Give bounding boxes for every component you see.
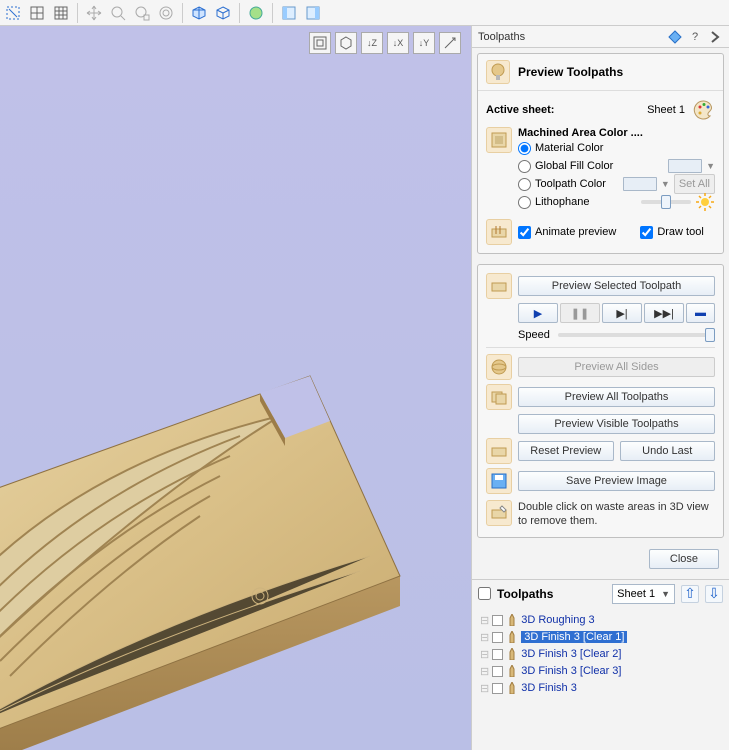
toolpaths-header: Toolpaths ?: [472, 26, 729, 48]
global-fill-swatch[interactable]: [668, 159, 702, 173]
radio-toolpath-color[interactable]: [518, 178, 531, 191]
3d-viewport[interactable]: ↓Z ↓X ↓Y: [0, 26, 471, 750]
skip-button[interactable]: ▶▶|: [644, 303, 684, 323]
tool-zoom-icon[interactable]: [107, 2, 129, 24]
tool-select-icon[interactable]: [2, 2, 24, 24]
view-x-icon[interactable]: ↓X: [387, 32, 409, 54]
carved-model: [0, 346, 450, 750]
close-button[interactable]: Close: [649, 549, 719, 569]
tool-render-icon[interactable]: [245, 2, 267, 24]
set-all-button: Set All: [674, 174, 715, 194]
toolpath-checkbox[interactable]: [492, 632, 503, 643]
preview-selected-button[interactable]: Preview Selected Toolpath: [518, 276, 715, 296]
undo-last-button[interactable]: Undo Last: [620, 441, 716, 461]
tool-panel1-icon[interactable]: [278, 2, 300, 24]
tool-iso2-icon[interactable]: [212, 2, 234, 24]
toolpath-item[interactable]: ⊟3D Finish 3 [Clear 1]: [474, 629, 727, 646]
toolpath-label: 3D Finish 3 [Clear 2]: [521, 648, 621, 660]
tool-panel2-icon[interactable]: [302, 2, 324, 24]
toolpath-checkbox[interactable]: [492, 649, 503, 660]
preview-selected-icon: [486, 273, 512, 299]
step-button[interactable]: ▶|: [602, 303, 642, 323]
toolpath-label: 3D Finish 3 [Clear 3]: [521, 665, 621, 677]
drawtool-checkbox[interactable]: Draw tool: [640, 226, 703, 239]
toolpaths-header-label: Toolpaths: [478, 31, 525, 43]
play-button[interactable]: ▶: [518, 303, 558, 323]
litho-slider[interactable]: [641, 200, 691, 204]
preview-sides-icon: [486, 354, 512, 380]
move-up-button[interactable]: ⇧: [681, 585, 699, 603]
reset-preview-button[interactable]: Reset Preview: [518, 441, 614, 461]
sheet-select[interactable]: Sheet 1▼: [612, 584, 675, 604]
toolpath-item[interactable]: ⊟3D Finish 3: [474, 680, 727, 697]
view-iso2-icon[interactable]: [439, 32, 461, 54]
toolpath-checkbox[interactable]: [492, 683, 503, 694]
active-sheet-value: Sheet 1: [647, 104, 685, 116]
reset-icon: [486, 438, 512, 464]
toolpath-label: 3D Finish 3: [521, 682, 577, 694]
save-image-icon: [486, 468, 512, 494]
speed-slider[interactable]: [558, 333, 715, 337]
view-y-icon[interactable]: ↓Y: [413, 32, 435, 54]
tool-grid-large-icon[interactable]: [26, 2, 48, 24]
view-extents-icon[interactable]: [309, 32, 331, 54]
animate-icon: [486, 219, 512, 245]
tool-iso-icon[interactable]: [188, 2, 210, 24]
radio-lithophane[interactable]: [518, 196, 531, 209]
save-preview-image-button[interactable]: Save Preview Image: [518, 471, 715, 491]
view-axis-strip: ↓Z ↓X ↓Y: [309, 32, 461, 54]
view-iso-icon[interactable]: [335, 32, 357, 54]
preview-panel-title: Preview Toolpaths: [518, 65, 623, 79]
toolpath-checkbox[interactable]: [492, 615, 503, 626]
animate-checkbox[interactable]: Animate preview: [518, 226, 616, 239]
preview-all-icon: [486, 384, 512, 410]
end-button[interactable]: ▬: [686, 303, 715, 323]
preview-panel: Preview Toolpaths Active sheet: Sheet 1 …: [477, 53, 724, 254]
help-icon[interactable]: [667, 29, 683, 45]
preview-all-button[interactable]: Preview All Toolpaths: [518, 387, 715, 407]
view-z-icon[interactable]: ↓Z: [361, 32, 383, 54]
toolpath-item[interactable]: ⊟3D Roughing 3: [474, 612, 727, 629]
toolpaths-list-label: Toolpaths: [497, 587, 553, 601]
tool-zoom-fit-icon[interactable]: [131, 2, 153, 24]
pause-button: ❚❚: [560, 303, 600, 323]
radio-material-color[interactable]: [518, 142, 531, 155]
toolpath-item[interactable]: ⊟3D Finish 3 [Clear 3]: [474, 663, 727, 680]
tool-zoom-all-icon[interactable]: [155, 2, 177, 24]
radio-global-fill[interactable]: [518, 160, 531, 173]
tool-grid-small-icon[interactable]: [50, 2, 72, 24]
machined-area-title: Machined Area Color ....: [518, 127, 643, 139]
move-down-button[interactable]: ⇩: [705, 585, 723, 603]
speed-label: Speed: [518, 329, 550, 341]
toolpath-item[interactable]: ⊟3D Finish 3 [Clear 2]: [474, 646, 727, 663]
tool-move-icon[interactable]: [83, 2, 105, 24]
toolpath-label: 3D Finish 3 [Clear 1]: [521, 631, 627, 643]
sun-icon: [695, 192, 715, 212]
machined-area-icon: [486, 127, 512, 153]
waste-hint-icon: [486, 500, 512, 526]
toolpath-label: 3D Roughing 3: [521, 614, 594, 626]
active-sheet-label: Active sheet:: [486, 104, 554, 116]
palette-icon[interactable]: [693, 99, 715, 121]
collapse-icon[interactable]: [707, 29, 723, 45]
toolpath-checkbox[interactable]: [492, 666, 503, 677]
preview-panel-icon: [486, 60, 510, 84]
toolpath-color-swatch[interactable]: [623, 177, 657, 191]
playback-panel: Preview Selected Toolpath ▶ ❚❚ ▶| ▶▶| ▬ …: [477, 264, 724, 538]
preview-all-sides-button: Preview All Sides: [518, 357, 715, 377]
preview-visible-button[interactable]: Preview Visible Toolpaths: [518, 414, 715, 434]
main-toolbar: [0, 0, 729, 26]
pin-icon[interactable]: ?: [687, 29, 703, 45]
toolpaths-master-checkbox[interactable]: [478, 587, 491, 600]
toolpath-tree: ⊟3D Roughing 3⊟3D Finish 3 [Clear 1]⊟3D …: [472, 608, 729, 701]
waste-hint-text: Double click on waste areas in 3D view t…: [518, 500, 715, 529]
toolpaths-panel: Toolpaths ? Preview Toolpaths Active she…: [471, 26, 729, 750]
